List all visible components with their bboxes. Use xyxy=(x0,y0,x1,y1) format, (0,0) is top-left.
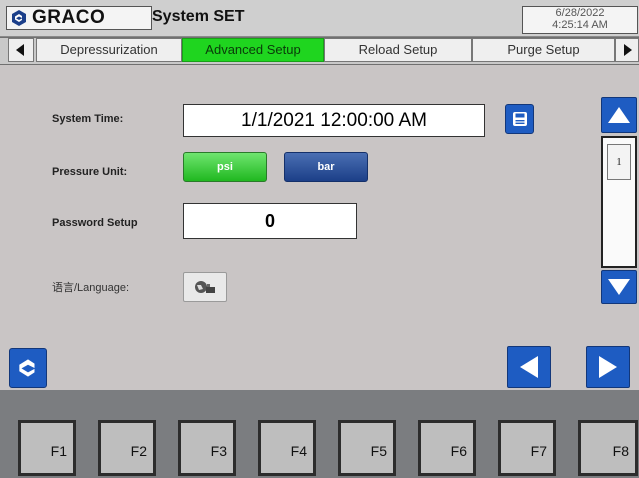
f8-key-label: F8 xyxy=(612,443,629,459)
system-time-label: System Time: xyxy=(52,113,124,125)
f7-key[interactable]: F7 xyxy=(498,420,556,476)
f7-key-label: F7 xyxy=(530,443,547,459)
date-text: 6/28/2022 xyxy=(555,7,605,19)
f1-key-label: F1 xyxy=(50,443,67,459)
psi-button[interactable]: psi xyxy=(183,152,267,182)
f5-key[interactable]: F5 xyxy=(338,420,396,476)
tab-depressurization[interactable]: Depressurization xyxy=(36,38,182,62)
tab-scroll-right-button[interactable] xyxy=(615,38,639,62)
system-time-field[interactable]: 1/1/2021 12:00:00 AM xyxy=(183,104,485,137)
f5-key-label: F5 xyxy=(370,443,387,459)
f3-key[interactable]: F3 xyxy=(178,420,236,476)
language-button[interactable] xyxy=(183,272,227,302)
f4-key-label: F4 xyxy=(290,443,307,459)
f1-key[interactable]: F1 xyxy=(18,420,76,476)
graco-logo: GRACO xyxy=(6,6,152,30)
graco-logo-icon xyxy=(19,359,35,377)
scroll-down-button[interactable] xyxy=(601,270,637,304)
scroll-up-icon xyxy=(608,107,630,123)
time-text: 4:25:14 AM xyxy=(552,19,608,31)
tab-advanced-setup[interactable]: Advanced Setup xyxy=(182,38,324,62)
nav-left-icon xyxy=(520,356,538,378)
tab-scroll-left-button[interactable] xyxy=(8,38,34,62)
f3-key-label: F3 xyxy=(210,443,227,459)
save-time-button[interactable] xyxy=(505,104,534,134)
previous-page-button[interactable] xyxy=(507,346,551,388)
save-icon xyxy=(512,112,527,126)
bar-button[interactable]: bar xyxy=(284,152,368,182)
graco-home-button[interactable] xyxy=(9,348,47,388)
password-field[interactable]: 0 xyxy=(183,203,357,239)
graco-logo-icon xyxy=(12,10,26,26)
f8-key[interactable]: F8 xyxy=(578,420,638,476)
f2-key[interactable]: F2 xyxy=(98,420,156,476)
nav-right-icon xyxy=(599,356,617,378)
tab-left-arrow-icon xyxy=(16,44,24,56)
page-title: System SET xyxy=(152,8,245,25)
language-icon xyxy=(195,281,215,293)
page-indicator: 1 xyxy=(607,144,631,180)
pressure-unit-label: Pressure Unit: xyxy=(52,166,128,178)
next-page-button[interactable] xyxy=(586,346,630,388)
datetime-display: 6/28/2022 4:25:14 AM xyxy=(522,6,638,34)
brand-name: GRACO xyxy=(32,7,106,28)
tab-reload-setup[interactable]: Reload Setup xyxy=(324,38,472,62)
scroll-up-button[interactable] xyxy=(601,97,637,133)
language-label: 语言/Language: xyxy=(52,282,130,294)
tab-right-arrow-icon xyxy=(624,44,632,56)
password-setup-label: Password Setup xyxy=(52,217,138,229)
scroll-down-icon xyxy=(608,279,630,295)
f6-key-label: F6 xyxy=(450,443,467,459)
tab-purge-setup[interactable]: Purge Setup xyxy=(472,38,615,62)
f4-key[interactable]: F4 xyxy=(258,420,316,476)
f6-key[interactable]: F6 xyxy=(418,420,476,476)
f2-key-label: F2 xyxy=(130,443,147,459)
